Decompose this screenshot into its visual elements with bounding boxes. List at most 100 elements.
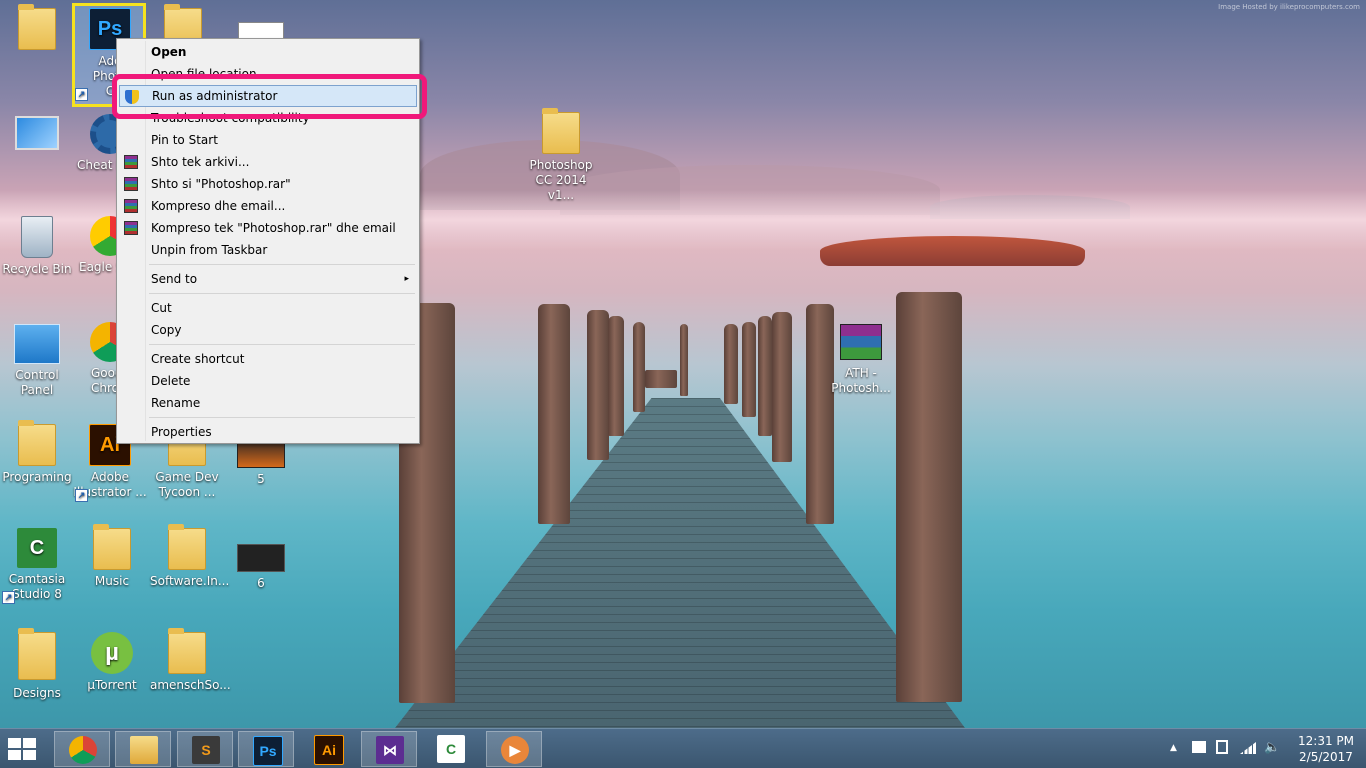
icon-label: CC 2014 v1... — [535, 173, 587, 202]
icon-label: Tycoon ... — [158, 485, 216, 499]
icon-label: µTorrent — [87, 678, 137, 692]
menu-item-add-to-archive[interactable]: Shto tek arkivi... — [119, 151, 417, 173]
folder-icon — [18, 4, 56, 50]
recycle-bin-icon — [21, 216, 53, 258]
power-battery-icon[interactable] — [1216, 740, 1228, 754]
menu-item-unpin-from-taskbar[interactable]: Unpin from Taskbar — [119, 239, 417, 261]
menu-item-rename[interactable]: Rename — [119, 392, 417, 414]
windows-logo-icon — [23, 738, 36, 748]
menu-item-compress-to-rar-and-email[interactable]: Kompreso tek "Photoshop.rar" dhe email — [119, 217, 417, 239]
taskbar-chrome[interactable] — [54, 731, 110, 767]
file-explorer-icon — [130, 736, 158, 764]
folder-icon — [168, 628, 206, 674]
amensch-folder-desktop-icon[interactable]: amenschSo... — [150, 628, 231, 693]
folder-icon — [93, 524, 131, 570]
action-center-flag-icon[interactable] — [1192, 741, 1206, 753]
pier-post — [758, 316, 772, 436]
menu-item-label: Shto si "Photoshop.rar" — [151, 177, 291, 191]
winrar-icon — [124, 199, 138, 213]
submenu-arrow-icon: ▸ — [404, 274, 409, 284]
menu-item-label: Send to — [151, 272, 198, 286]
menu-item-label: Unpin from Taskbar — [151, 243, 268, 257]
winrar-icon — [124, 177, 138, 191]
taskbar-illustrator[interactable]: Ai — [300, 731, 356, 767]
taskbar-sublime-text[interactable]: S — [177, 731, 233, 767]
image-6-desktop-icon[interactable]: 6 — [224, 526, 298, 591]
photoshop-folder-desktop-icon[interactable]: Photoshop CC 2014 v1... — [524, 108, 598, 203]
taskbar: S Ps Ai ⋈ C ▶ ▲ 🔈 12:31 PM 2/5/2017 — [0, 728, 1366, 768]
pier-post — [680, 324, 688, 396]
icon-label: Panel — [20, 383, 54, 397]
icon-label: Photoshop — [529, 158, 593, 172]
menu-item-cut[interactable]: Cut — [119, 297, 417, 319]
windows-logo-icon — [8, 738, 21, 748]
menu-item-pin-to-start[interactable]: Pin to Start — [119, 129, 417, 151]
recycle-bin-desktop-icon[interactable]: Recycle Bin — [0, 214, 74, 277]
show-hidden-icons-chevron-icon[interactable]: ▲ — [1170, 743, 1177, 753]
winrar-icon — [124, 221, 138, 235]
winrar-icon — [124, 155, 138, 169]
pier-post — [538, 304, 570, 524]
computer-monitor-icon — [15, 116, 59, 150]
clock-date: 2/5/2017 — [1299, 750, 1353, 764]
taskbar-media-player[interactable]: ▶ — [486, 731, 542, 767]
designs-folder-desktop-icon[interactable]: Designs — [0, 628, 74, 701]
menu-item-open[interactable]: Open — [119, 41, 417, 63]
utorrent-desktop-icon[interactable]: µ µTorrent — [75, 630, 149, 693]
chrome-icon — [69, 736, 97, 764]
menu-item-label: Rename — [151, 396, 201, 410]
media-player-icon: ▶ — [501, 736, 529, 764]
illustrator-icon: Ai — [314, 735, 344, 765]
winrar-archive-desktop-icon[interactable]: ATH - Photosh... — [824, 320, 898, 396]
computer-desktop-icon[interactable] — [0, 112, 74, 150]
network-signal-icon[interactable] — [1240, 742, 1256, 754]
folder-icon — [168, 524, 206, 570]
icon-label: ATH - — [845, 366, 877, 380]
visual-studio-icon: ⋈ — [376, 736, 404, 764]
control-panel-icon — [14, 324, 60, 364]
menu-item-properties[interactable]: Properties — [119, 421, 417, 443]
taskbar-photoshop[interactable]: Ps — [238, 731, 294, 767]
island — [820, 236, 1085, 266]
menu-item-label: Pin to Start — [151, 133, 218, 147]
user-folder-desktop-icon[interactable] — [0, 4, 74, 54]
camtasia-icon: C ↗ — [2, 528, 57, 604]
pier-post — [633, 322, 645, 412]
icon-label: Control — [15, 368, 59, 382]
menu-separator — [149, 264, 415, 265]
taskbar-visual-studio[interactable]: ⋈ — [361, 731, 417, 767]
pier-post — [608, 316, 624, 436]
taskbar-file-explorer[interactable] — [115, 731, 171, 767]
annotation-highlight-box — [112, 74, 427, 119]
utorrent-icon: µ — [91, 632, 133, 674]
menu-item-create-shortcut[interactable]: Create shortcut — [119, 348, 417, 370]
control-panel-desktop-icon[interactable]: Control Panel — [0, 320, 74, 398]
winrar-icon — [840, 324, 882, 360]
menu-item-send-to[interactable]: Send to ▸ — [119, 268, 417, 290]
pier-post — [724, 324, 738, 404]
menu-item-compress-and-email[interactable]: Kompreso dhe email... — [119, 195, 417, 217]
sublime-text-icon: S — [192, 736, 220, 764]
image-thumbnail-icon — [237, 544, 285, 572]
menu-item-add-to-rar[interactable]: Shto si "Photoshop.rar" — [119, 173, 417, 195]
menu-item-copy[interactable]: Copy — [119, 319, 417, 341]
icon-label: amenschSo... — [150, 678, 231, 692]
software-folder-desktop-icon[interactable]: Software.In... — [150, 524, 229, 589]
taskbar-camtasia[interactable]: C — [423, 731, 479, 767]
programing-folder-desktop-icon[interactable]: Programing — [0, 420, 74, 485]
system-clock[interactable]: 12:31 PM 2/5/2017 — [1296, 733, 1356, 765]
pier-post — [587, 310, 609, 460]
camtasia-desktop-icon[interactable]: C ↗ Camtasia Studio 8 — [0, 526, 74, 604]
icon-label: Programing — [2, 470, 72, 484]
pier-post — [742, 322, 756, 417]
icon-label: 5 — [257, 472, 265, 486]
icon-label: Photosh... — [831, 381, 891, 395]
icon-label: 6 — [257, 576, 265, 590]
pier-post — [772, 312, 792, 462]
menu-item-delete[interactable]: Delete — [119, 370, 417, 392]
start-button[interactable] — [8, 738, 38, 760]
menu-item-label: Delete — [151, 374, 191, 388]
pier-post — [896, 292, 962, 702]
music-folder-desktop-icon[interactable]: Music — [75, 524, 149, 589]
volume-speaker-icon[interactable]: 🔈 — [1264, 740, 1280, 755]
